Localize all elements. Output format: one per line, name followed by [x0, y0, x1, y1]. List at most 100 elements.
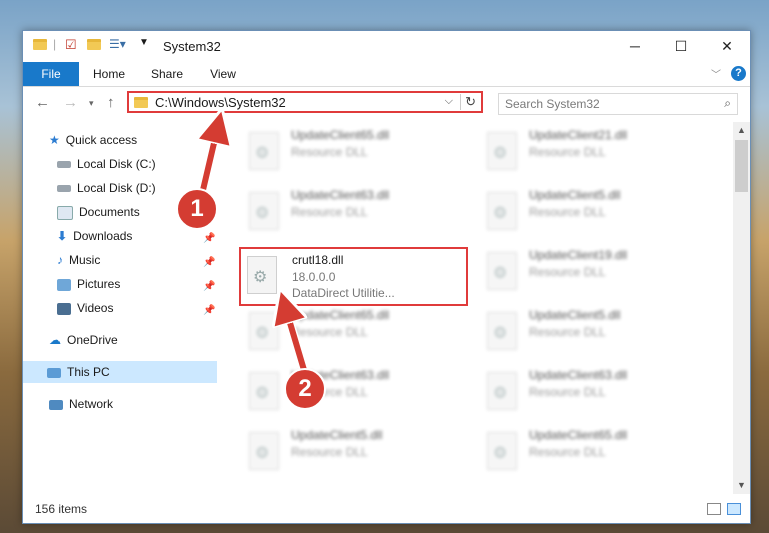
documents-icon [57, 205, 73, 220]
sidebar-item-label: Downloads [73, 229, 133, 243]
maximize-button[interactable]: ☐ [658, 31, 704, 62]
chevron-down-icon[interactable]: ⌵ [445, 95, 453, 108]
sidebar-item-pictures[interactable]: Pictures [57, 273, 120, 295]
back-button[interactable]: ← [35, 94, 50, 111]
scroll-thumb[interactable] [735, 140, 748, 192]
tab-home[interactable]: Home [85, 62, 133, 86]
dll-file-icon [249, 132, 279, 170]
sidebar-item-label: Network [69, 397, 114, 411]
pictures-icon [57, 278, 71, 291]
vertical-scrollbar[interactable]: ▲ ▼ [733, 122, 750, 494]
dll-file-icon [487, 432, 517, 470]
pin-icon[interactable]: 📌 [203, 281, 215, 292]
sidebar-item-videos[interactable]: Videos [57, 297, 113, 319]
cloud-icon: ☁ [49, 333, 61, 347]
sidebar-item-quick-access[interactable]: ★ Quick access [49, 129, 137, 151]
chevron-down-icon[interactable]: ▼ [139, 37, 149, 48]
sidebar-item-label: Pictures [77, 277, 121, 291]
large-icons-view-icon[interactable] [727, 503, 741, 515]
tab-view[interactable]: View [199, 62, 247, 86]
file-tile[interactable]: UpdateClient63.dll Resource DLL [243, 364, 465, 422]
search-icon[interactable]: ⌕ [724, 96, 731, 111]
file-tile[interactable]: UpdateClient63.dll Resource DLL [243, 184, 465, 242]
sidebar-item-label: Quick access [65, 133, 138, 147]
tab-share[interactable]: Share [143, 62, 191, 86]
refresh-icon[interactable]: ↻ [460, 94, 476, 110]
scroll-up-icon[interactable]: ▲ [737, 125, 746, 135]
address-bar[interactable]: C:\Windows\System32 ⌵ ↻ [127, 91, 483, 113]
sidebar-item-downloads[interactable]: ⬇ Downloads [57, 225, 132, 247]
file-type: Resource DLL [529, 385, 606, 399]
dll-file-icon [487, 192, 517, 230]
network-icon [49, 399, 63, 410]
file-name: UpdateClient5.dll [529, 308, 621, 322]
details-view-icon[interactable] [707, 503, 721, 515]
file-tile[interactable]: UpdateClient5.dll Resource DLL [481, 304, 703, 362]
dll-file-icon [487, 372, 517, 410]
file-tile[interactable]: UpdateClient65.dll Resource DLL [481, 424, 703, 482]
separator: | [53, 37, 57, 51]
folder-icon [33, 39, 47, 50]
computer-icon [47, 367, 61, 378]
tab-file[interactable]: File [23, 62, 79, 86]
file-tile[interactable]: UpdateClient65.dll Resource DLL [243, 304, 465, 362]
file-tile[interactable]: UpdateClient19.dll Resource DLL [481, 244, 703, 302]
pin-icon[interactable]: 📌 [203, 305, 215, 316]
music-icon: ♪ [57, 253, 63, 267]
dll-file-icon [487, 312, 517, 350]
pin-icon[interactable]: 📌 [203, 257, 215, 268]
close-button[interactable]: ✕ [704, 31, 750, 62]
drive-icon [57, 185, 71, 193]
file-name: UpdateClient21.dll [529, 128, 628, 142]
sidebar-item-label: Videos [77, 301, 114, 315]
sidebar-item-network[interactable]: Network [49, 393, 113, 415]
sidebar-item-onedrive[interactable]: ☁ OneDrive [49, 329, 118, 351]
scroll-down-icon[interactable]: ▼ [737, 480, 746, 490]
file-type: Resource DLL [291, 445, 368, 459]
file-tile[interactable]: UpdateClient63.dll Resource DLL [481, 364, 703, 422]
address-path: C:\Windows\System32 [155, 95, 286, 110]
dll-file-icon [249, 372, 279, 410]
title-bar: | ☑ ☰▾ ▼ System32 ─ ☐ ✕ [23, 31, 750, 62]
folder-icon [134, 97, 148, 108]
up-button[interactable]: ↑ [107, 94, 115, 111]
file-type: Resource DLL [291, 145, 368, 159]
sidebar-item-this-pc[interactable]: This PC [23, 361, 217, 383]
sidebar-item-local-disk-c[interactable]: Local Disk (C:) [57, 153, 156, 175]
file-version: 18.0.0.0 [292, 270, 336, 284]
file-name: crutl18.dll [292, 253, 344, 267]
file-tile[interactable]: UpdateClient21.dll Resource DLL [481, 124, 703, 182]
sidebar-item-music[interactable]: ♪ Music [57, 249, 100, 271]
sidebar-item-label: Local Disk (D:) [77, 181, 156, 195]
minimize-button[interactable]: ─ [612, 31, 658, 62]
videos-icon [57, 302, 71, 315]
file-name: UpdateClient5.dll [529, 188, 621, 202]
window-title: System32 [163, 39, 221, 54]
expand-ribbon-icon[interactable]: ﹀ [711, 66, 721, 81]
download-arrow-icon: ⬇ [57, 229, 68, 243]
file-name: UpdateClient19.dll [529, 248, 628, 262]
sidebar-item-documents[interactable]: Documents [57, 201, 140, 223]
file-tile[interactable]: UpdateClient5.dll Resource DLL [481, 184, 703, 242]
recent-locations-button[interactable]: ▾ [89, 98, 94, 109]
ribbon-tabs: File Home Share View ﹀ ? [23, 62, 750, 87]
properties-icon[interactable]: ☑ [65, 37, 77, 53]
help-icon[interactable]: ? [731, 66, 746, 81]
dll-file-icon [249, 192, 279, 230]
search-input[interactable]: Search System32 ⌕ [498, 93, 738, 115]
item-count: 156 items [35, 502, 88, 516]
customize-qa-icon[interactable]: ☰▾ [109, 37, 126, 51]
file-tile[interactable]: UpdateClient65.dll Resource DLL [243, 124, 465, 182]
file-name: UpdateClient63.dll [291, 188, 390, 202]
navigation-pane: ★ Quick access Local Disk (C:) Local Disk… [23, 122, 217, 494]
callout-1: 1 [176, 188, 218, 230]
sidebar-item-local-disk-d[interactable]: Local Disk (D:) [57, 177, 156, 199]
forward-button[interactable]: → [63, 94, 78, 111]
dll-file-icon [247, 256, 277, 294]
file-name: UpdateClient65.dll [291, 308, 390, 322]
file-tile[interactable]: UpdateClient5.dll Resource DLL [243, 424, 465, 482]
dll-file-icon [487, 252, 517, 290]
new-folder-icon[interactable] [87, 39, 101, 50]
file-tile-crutl18[interactable]: crutl18.dll 18.0.0.0 DataDirect Utilitie… [239, 247, 468, 306]
pin-icon[interactable]: 📌 [203, 233, 215, 244]
